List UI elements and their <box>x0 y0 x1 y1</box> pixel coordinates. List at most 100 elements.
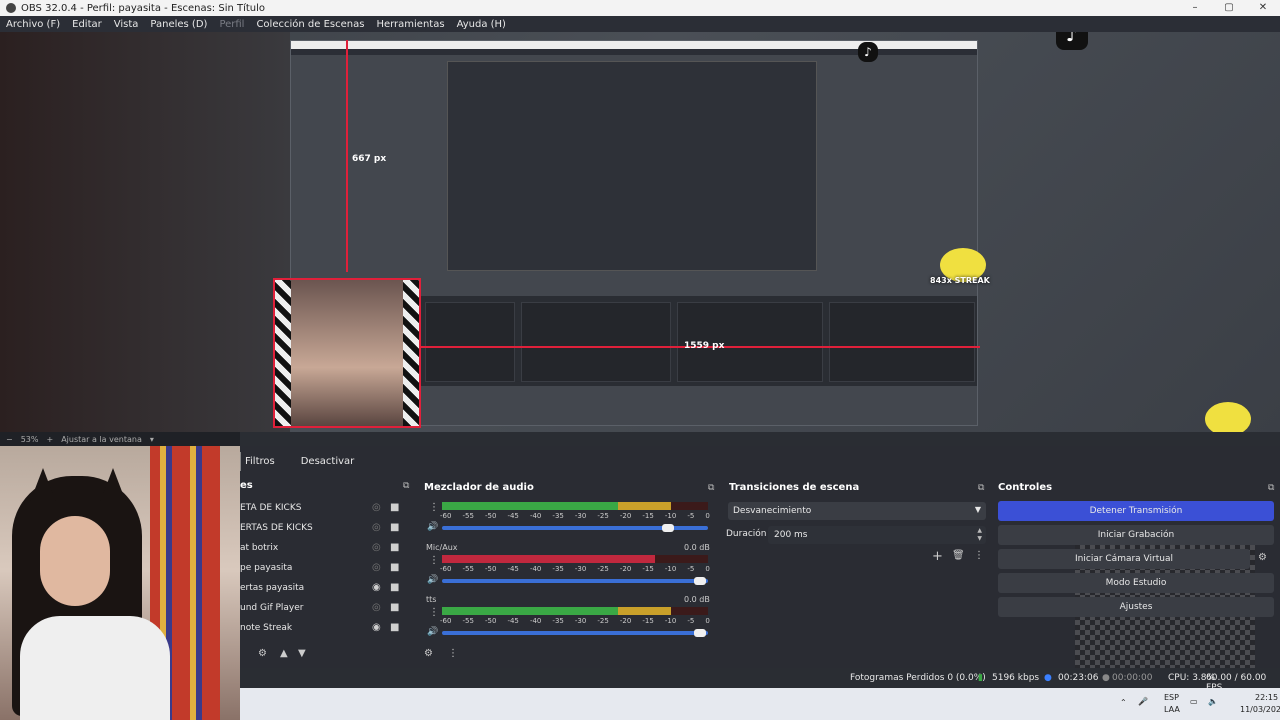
mixer-panel-title: Mezclador de audio <box>424 482 534 493</box>
controls-panel-title: Controles <box>998 482 1053 493</box>
menu-file[interactable]: Archivo (F) <box>0 19 66 30</box>
speaker-icon[interactable]: 🔊 <box>427 627 438 637</box>
preview-canvas[interactable]: 667 px 1559 px 843x STREAK 843x STREAK ♪… <box>0 32 1280 432</box>
volume-slider[interactable] <box>442 577 708 585</box>
spin-down-icon[interactable]: ▼ <box>977 535 982 542</box>
streak-label-small: 843x STREAK <box>930 276 990 285</box>
zoom-fit-dropdown[interactable]: Ajustar a la ventana <box>61 435 142 444</box>
speaker-icon[interactable]: 🔊 <box>427 575 438 585</box>
volume-slider[interactable] <box>442 524 708 532</box>
deactivate-button[interactable]: Desactivar <box>291 452 365 471</box>
minimize-button[interactable]: – <box>1178 0 1212 16</box>
close-button[interactable]: ✕ <box>1246 0 1280 16</box>
eye-slash-icon[interactable]: ◎ <box>372 562 381 573</box>
track-menu-icon[interactable]: ⋮ <box>429 502 439 513</box>
chevron-down-icon[interactable]: ▾ <box>150 435 154 444</box>
source-item[interactable]: note Streak <box>240 623 292 641</box>
more-options-icon[interactable]: ⋮ <box>974 550 984 561</box>
zoom-percent: 53% <box>20 434 39 444</box>
menu-view[interactable]: Vista <box>108 19 145 30</box>
measure-horizontal-label: 1559 px <box>684 341 725 351</box>
eye-icon[interactable]: ◉ <box>372 582 381 593</box>
eye-slash-icon[interactable]: ◎ <box>372 502 381 513</box>
chevron-up-icon[interactable]: ▲ <box>280 648 288 659</box>
track-name: Mic/Aux <box>426 543 458 552</box>
track-menu-icon[interactable]: ⋮ <box>429 607 439 618</box>
source-item[interactable]: at botrix <box>240 543 278 561</box>
menu-help[interactable]: Ayuda (H) <box>451 19 512 30</box>
os-taskbar: ⌃ 🎤 ESP LAA ▭ 🔈 22:15 11/03/2026 <box>240 688 1280 720</box>
menu-edit[interactable]: Editar <box>66 19 108 30</box>
gear-icon[interactable]: ⚙ <box>424 648 433 659</box>
mixer-undock-icon[interactable]: ⧉ <box>708 483 714 493</box>
window-title: OBS 32.0.4 - Perfil: payasita - Escenas:… <box>21 2 266 14</box>
nested-preview <box>447 61 817 271</box>
network-icon[interactable]: ▭ <box>1190 697 1198 706</box>
stop-streaming-button[interactable]: Detener Transmisión <box>998 501 1274 521</box>
lock-icon[interactable]: ■ <box>390 562 399 573</box>
zoom-in-button[interactable]: + <box>46 435 53 444</box>
volume-slider[interactable] <box>442 629 708 637</box>
start-virtual-camera-button[interactable]: Iniciar Cámara Virtual <box>998 549 1250 569</box>
keyboard-layout[interactable]: LAA <box>1164 705 1180 714</box>
source-item[interactable]: ertas payasita <box>240 583 304 601</box>
tiktok-logo-small-icon: ♪ <box>858 42 878 62</box>
transitions-undock-icon[interactable]: ⧉ <box>978 483 984 493</box>
eye-icon[interactable]: ◉ <box>372 622 381 633</box>
chevron-down-icon[interactable]: ▼ <box>298 648 306 659</box>
trash-icon[interactable]: 🗑 <box>952 550 965 561</box>
chevron-up-icon[interactable]: ⌃ <box>1120 698 1127 707</box>
eye-slash-icon[interactable]: ◎ <box>372 602 381 613</box>
source-item[interactable]: ETA DE KICKS <box>240 503 301 521</box>
menu-docks[interactable]: Paneles (D) <box>144 19 213 30</box>
transitions-panel-title: Transiciones de escena <box>729 482 860 493</box>
webcam-overlay <box>0 446 240 720</box>
lock-icon[interactable]: ■ <box>390 502 399 513</box>
add-transition-icon[interactable]: + <box>932 549 943 564</box>
maximize-button[interactable]: ▢ <box>1212 0 1246 16</box>
record-time: 00:00:00 <box>1112 673 1153 683</box>
microphone-icon[interactable]: 🎤 <box>1138 697 1148 706</box>
eye-slash-icon[interactable]: ◎ <box>372 522 381 533</box>
selected-source-webcam[interactable] <box>273 278 421 428</box>
start-recording-button[interactable]: Iniciar Grabación <box>998 525 1274 545</box>
spin-up-icon[interactable]: ▲ <box>977 527 982 534</box>
volume-icon[interactable]: 🔈 <box>1208 697 1218 706</box>
chevron-down-icon: ▼ <box>974 505 981 514</box>
lock-icon[interactable]: ■ <box>390 522 399 533</box>
source-item[interactable]: pe payasita <box>240 563 292 581</box>
zoom-out-button[interactable]: − <box>6 435 13 444</box>
record-indicator-icon: ● <box>1102 673 1110 683</box>
source-item[interactable]: und Gif Player <box>240 603 304 621</box>
audio-meter <box>442 607 708 615</box>
lock-icon[interactable]: ■ <box>390 622 399 633</box>
keyboard-lang[interactable]: ESP <box>1164 693 1179 702</box>
transition-select[interactable]: Desvanecimiento ▼ <box>728 502 986 520</box>
eye-slash-icon[interactable]: ◎ <box>372 542 381 553</box>
bee-sticker-large-icon <box>1205 402 1251 432</box>
sources-undock-icon[interactable]: ⧉ <box>403 481 409 491</box>
audio-meter <box>442 555 708 563</box>
menu-tools[interactable]: Herramientas <box>370 19 450 30</box>
settings-button[interactable]: Ajustes <box>998 597 1274 617</box>
more-options-icon[interactable]: ⋮ <box>448 648 458 659</box>
controls-undock-icon[interactable]: ⧉ <box>1268 483 1274 493</box>
audio-meter <box>442 502 708 510</box>
speaker-icon[interactable]: 🔊 <box>427 522 438 532</box>
lock-icon[interactable]: ■ <box>390 582 399 593</box>
studio-mode-button[interactable]: Modo Estudio <box>998 573 1274 593</box>
tiktok-logo-icon: ♪ <box>1056 32 1088 50</box>
gear-icon[interactable]: ⚙ <box>1258 552 1267 563</box>
gear-icon[interactable]: ⚙ <box>258 648 267 659</box>
lock-icon[interactable]: ■ <box>390 542 399 553</box>
source-item[interactable]: ERTAS DE KICKS <box>240 523 313 541</box>
lock-icon[interactable]: ■ <box>390 602 399 613</box>
filters-button[interactable]: Filtros <box>240 451 285 471</box>
duration-input[interactable]: 200 ms ▲ ▼ <box>768 526 986 544</box>
menu-scene-collection[interactable]: Colección de Escenas <box>250 19 370 30</box>
clock-date[interactable]: 11/03/2026 <box>1240 705 1280 714</box>
menu-profile[interactable]: Perfil <box>213 19 250 30</box>
meter-scale: -60 -55 -50 -45 -40 -35 -30 -25 -20 -15 -10 -5 0 <box>440 617 710 625</box>
clock-time[interactable]: 22:15 <box>1255 693 1278 702</box>
track-menu-icon[interactable]: ⋮ <box>429 555 439 566</box>
